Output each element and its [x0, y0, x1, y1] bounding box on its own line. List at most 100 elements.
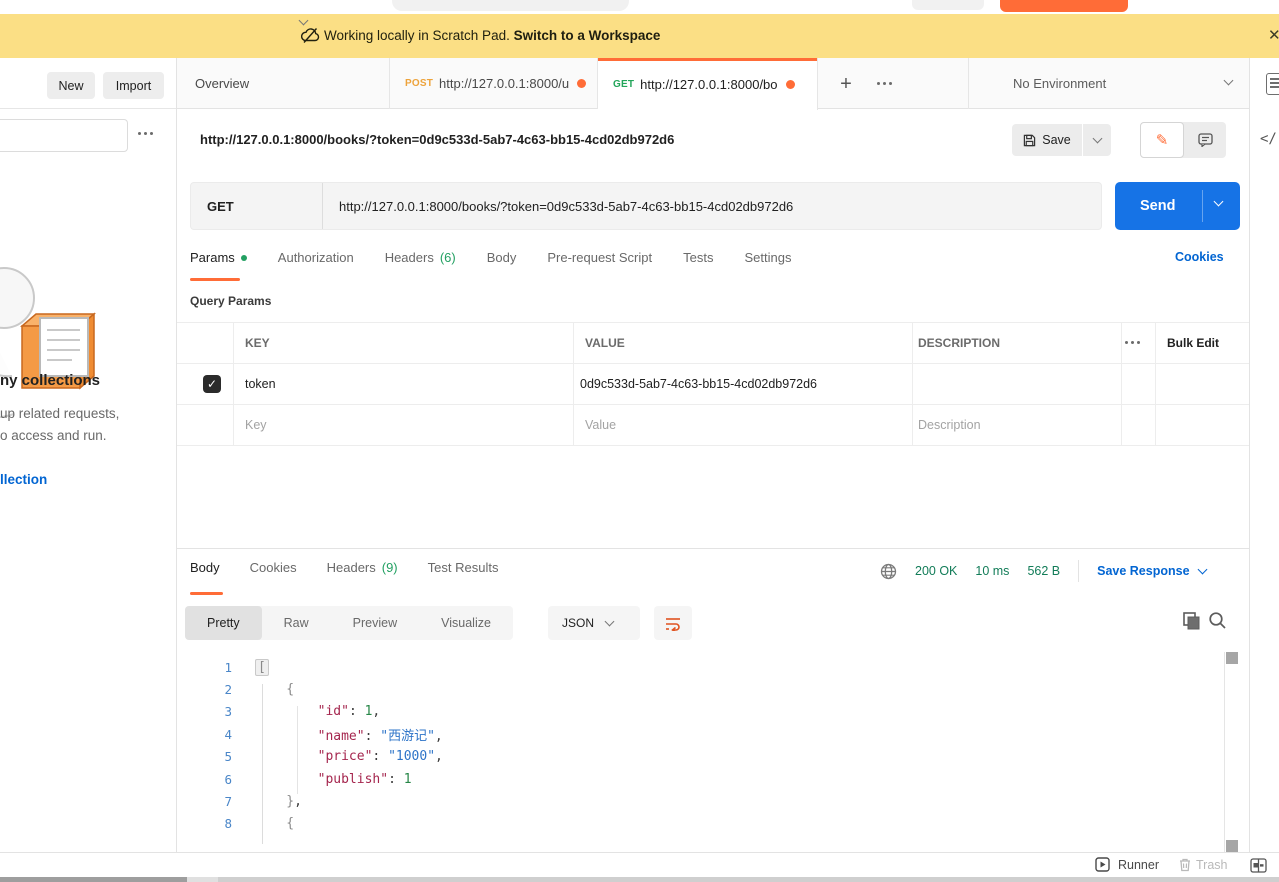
- environment-quicklook-icon[interactable]: [1266, 73, 1279, 95]
- tab-pre-request-script[interactable]: Pre-request Script: [547, 250, 652, 265]
- save-response-label: Save Response: [1097, 564, 1190, 578]
- table-options-icon[interactable]: [1125, 341, 1140, 344]
- response-body-json[interactable]: 1[2 {3 "id": 1, 4 "name": "西游记", 5 "price"…: [177, 650, 1223, 852]
- send-button-label: Send: [1140, 198, 1176, 214]
- tab-post-url: http://127.0.0.1:8000/u: [439, 76, 570, 91]
- query-params-table: KEY VALUE DESCRIPTION Bulk Edit ✓ token …: [177, 322, 1249, 446]
- empty-collections-text-line1: up related requests,: [0, 406, 120, 421]
- sidebar-search-input[interactable]: [0, 119, 128, 152]
- response-size[interactable]: 562 B: [1027, 564, 1060, 578]
- response-meta: 200 OK 10 ms 562 B Save Response: [880, 560, 1207, 582]
- comment-icon[interactable]: [1184, 122, 1226, 158]
- header-secondary-button[interactable]: [912, 0, 984, 10]
- tab-get-request-active[interactable]: GET http://127.0.0.1:8000/bo: [598, 58, 818, 110]
- view-tab-pretty[interactable]: Pretty: [185, 606, 262, 640]
- column-header-value: VALUE: [585, 336, 625, 350]
- param-key-input[interactable]: Key: [245, 418, 267, 432]
- status-badge[interactable]: 200 OK: [915, 564, 957, 578]
- save-button[interactable]: Save: [1012, 124, 1082, 156]
- trash-button[interactable]: Trash: [1178, 857, 1228, 872]
- tab-overview[interactable]: Overview: [177, 58, 390, 109]
- send-options-chevron-icon[interactable]: [1213, 196, 1224, 207]
- tab-authorization[interactable]: Authorization: [278, 250, 354, 265]
- response-tab-headers[interactable]: Headers (9): [327, 560, 398, 575]
- response-scrollbar-thumb[interactable]: [1226, 652, 1238, 664]
- code-line-4: 4 "name": "西游记",: [177, 723, 1223, 745]
- banner-close-icon[interactable]: ✕: [1268, 26, 1279, 44]
- code-snippet-icon[interactable]: </: [1260, 131, 1277, 147]
- response-section-divider: [177, 548, 1249, 549]
- new-button[interactable]: New: [47, 72, 95, 99]
- switch-workspace-link[interactable]: Switch to a Workspace: [514, 28, 661, 43]
- tab-tests[interactable]: Tests: [683, 250, 713, 265]
- globe-icon: [880, 563, 897, 579]
- code-line-7: 7 },: [177, 790, 1223, 812]
- active-tab-underline: [190, 278, 240, 281]
- meta-divider: [1078, 560, 1080, 582]
- request-title-url: http://127.0.0.1:8000/books/?token=0d9c5…: [200, 132, 675, 147]
- tab-get-url: http://127.0.0.1:8000/bo: [640, 76, 778, 92]
- search-icon[interactable]: [1208, 611, 1227, 633]
- param-description-input[interactable]: Description: [918, 418, 981, 432]
- response-tab-cookies[interactable]: Cookies: [250, 560, 297, 575]
- empty-collections-title: ny collections: [0, 372, 101, 389]
- create-collection-link[interactable]: llection: [0, 472, 47, 487]
- query-params-label: Query Params: [190, 294, 272, 308]
- view-tab-visualize[interactable]: Visualize: [419, 606, 513, 640]
- param-value-input[interactable]: Value: [585, 418, 616, 432]
- import-button[interactable]: Import: [103, 72, 164, 99]
- column-header-description: DESCRIPTION: [918, 336, 1001, 350]
- response-time[interactable]: 10 ms: [975, 564, 1009, 578]
- code-line-2: 2 {: [177, 678, 1223, 700]
- url-input[interactable]: http://127.0.0.1:8000/books/?token=0d9c5…: [339, 199, 793, 214]
- sidebar-more-icon[interactable]: [138, 132, 153, 135]
- view-tab-raw[interactable]: Raw: [262, 606, 331, 640]
- banner-message: Working locally in Scratch Pad.: [324, 28, 510, 43]
- method-selector[interactable]: GET: [191, 183, 323, 229]
- response-scrollbar-thumb[interactable]: [1226, 840, 1238, 852]
- environment-selector[interactable]: No Environment: [987, 58, 1249, 109]
- wrap-text-icon[interactable]: [654, 606, 692, 640]
- tab-options-icon[interactable]: [877, 82, 892, 85]
- format-selector[interactable]: JSON: [548, 606, 640, 640]
- response-tab-test-results[interactable]: Test Results: [428, 560, 499, 575]
- line-number: 6: [224, 771, 232, 787]
- bulk-edit-button[interactable]: Bulk Edit: [1167, 336, 1219, 350]
- save-options-button[interactable]: [1083, 124, 1111, 156]
- global-search-input[interactable]: [392, 0, 629, 11]
- line-number: 8: [224, 816, 232, 832]
- request-tabs: Params Authorization Headers (6) Body Pre-req…: [190, 250, 791, 265]
- right-rail: [1249, 58, 1279, 852]
- response-tabs: Body Cookies Headers (9) Test Results: [190, 560, 498, 575]
- cookies-link[interactable]: Cookies: [1175, 250, 1224, 264]
- tab-headers[interactable]: Headers (6): [385, 250, 456, 265]
- new-tab-plus-icon[interactable]: +: [832, 70, 860, 98]
- send-button[interactable]: Send: [1115, 182, 1240, 230]
- runner-button[interactable]: Runner: [1095, 857, 1159, 872]
- empty-collections-text-line2: o access and run.: [0, 428, 107, 443]
- copy-icon[interactable]: [1182, 611, 1200, 633]
- horizontal-scrollbar-thumb[interactable]: [0, 877, 187, 882]
- row-checkbox[interactable]: ✓: [203, 375, 221, 393]
- view-tab-preview[interactable]: Preview: [331, 606, 419, 640]
- active-tab-accent: [598, 58, 817, 61]
- code-line-3: 3 "id": 1,: [177, 701, 1223, 723]
- tab-params[interactable]: Params: [190, 250, 247, 265]
- tab-body[interactable]: Body: [487, 250, 517, 265]
- response-tab-body[interactable]: Body: [190, 560, 220, 575]
- environment-label: No Environment: [1013, 76, 1107, 91]
- param-value-cell[interactable]: 0d9c533d-5ab7-4c63-bb15-4cd02db972d6: [580, 377, 817, 391]
- two-pane-layout-icon[interactable]: [1250, 858, 1267, 876]
- code-line-8: 8 {: [177, 813, 1223, 835]
- tab-settings[interactable]: Settings: [744, 250, 791, 265]
- unsaved-dot-icon: [785, 79, 795, 89]
- edit-pencil-icon[interactable]: ✎: [1140, 122, 1184, 158]
- param-key-cell[interactable]: token: [245, 377, 276, 391]
- active-response-tab-underline: [190, 592, 223, 595]
- unsaved-dot-icon: [577, 79, 587, 88]
- header-primary-button[interactable]: [1000, 0, 1128, 12]
- save-response-button[interactable]: Save Response: [1097, 564, 1207, 578]
- request-url-bar: GET http://127.0.0.1:8000/books/?token=0…: [190, 182, 1102, 230]
- tab-post-request[interactable]: POST http://127.0.0.1:8000/u: [390, 58, 598, 109]
- trash-label: Trash: [1196, 857, 1228, 872]
